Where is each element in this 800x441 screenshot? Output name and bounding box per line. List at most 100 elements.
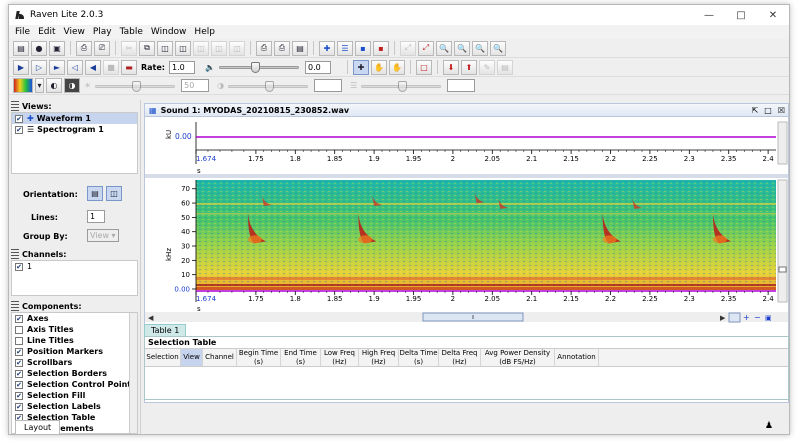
rate-field[interactable]: 1.0 (169, 60, 196, 74)
export-icon[interactable]: ⎚ (94, 40, 110, 56)
component-item[interactable]: Axis Titles (12, 324, 137, 335)
paste-icon[interactable]: ◫ (157, 40, 173, 56)
menu-window[interactable]: Window (147, 27, 191, 37)
maximize-window-icon[interactable]: □ (764, 106, 772, 115)
component-checkbox[interactable]: ✔ (15, 402, 23, 411)
clear-selection-icon[interactable]: □ (415, 59, 432, 75)
save-icon[interactable]: ▣ (49, 40, 65, 56)
rewind-icon[interactable]: ◀ (85, 59, 101, 75)
hand-tool-icon[interactable]: ✋ (370, 59, 387, 75)
table-icon[interactable]: ▤ (496, 59, 513, 75)
component-item[interactable]: ✔ Selection Labels (12, 401, 137, 412)
vertical-orientation-icon[interactable]: ◫ (106, 186, 122, 201)
time-scrollbar[interactable]: ◀ ▶ + − ▣ (145, 312, 788, 323)
column-header[interactable]: Annotation (555, 349, 599, 366)
zoom-out-icon[interactable]: 🔍 (454, 40, 470, 56)
component-item[interactable]: ✔ Axes (12, 313, 137, 324)
waveform-view[interactable]: kU 0.00 1.674 1.75 1.8 1.85 1.9 1.95 2 2.05 2.1 2… (145, 117, 788, 175)
contrast-slider[interactable] (228, 80, 309, 92)
brightness-field[interactable]: 50 (181, 79, 210, 92)
colormap-icon[interactable] (13, 78, 33, 93)
resolution-field[interactable] (447, 79, 476, 92)
view-item-waveform[interactable]: ✔ ✚ Waveform 1 (12, 113, 137, 124)
zoom-out-x-icon[interactable]: 🔍 (490, 40, 506, 56)
menu-file[interactable]: File (11, 27, 34, 37)
rate-icon[interactable]: ▬ (121, 59, 137, 75)
view-checkbox[interactable]: ✔ (15, 114, 23, 123)
zoom-in-x-icon[interactable]: 🔍 (472, 40, 488, 56)
new-spectrum-icon[interactable]: ▪ (355, 40, 371, 56)
previous-selection-icon[interactable]: ⬆ (460, 59, 477, 75)
component-checkbox[interactable]: ✔ (15, 380, 23, 389)
new-selection-spectrum-icon[interactable]: ▪ (373, 40, 389, 56)
component-checkbox[interactable]: ✔ (15, 358, 23, 367)
zoom-fit-icon[interactable]: ⤢ (418, 40, 434, 56)
grip-icon[interactable] (11, 249, 19, 259)
colormap-dropdown-icon[interactable]: ▾ (35, 78, 44, 93)
component-checkbox[interactable]: ✔ (15, 314, 23, 323)
tab-table-1[interactable]: Table 1 (144, 324, 187, 336)
column-header[interactable]: Avg Power Density (dB FS/Hz) (481, 349, 555, 366)
commit-selection-icon[interactable]: ✎ (478, 59, 495, 75)
brightness-icon[interactable]: ◐ (46, 78, 62, 93)
column-header[interactable]: Low Freq (Hz) (321, 349, 359, 366)
channel-checkbox[interactable]: ✔ (15, 262, 23, 271)
new-waveform-icon[interactable]: ✚ (319, 40, 335, 56)
maximize-icon[interactable]: □ (725, 5, 757, 25)
new-spectrogram-icon[interactable]: ☰ (337, 40, 353, 56)
component-checkbox[interactable]: ✔ (15, 391, 23, 400)
menu-play[interactable]: Play (89, 27, 116, 37)
view-item-spectrogram[interactable]: ✔ ☰ Spectrogram 1 (12, 124, 137, 135)
zoom-in-time-icon[interactable]: + (743, 313, 750, 322)
column-header[interactable]: Selection (145, 349, 181, 366)
copy-icon[interactable]: ⧉ (139, 40, 155, 56)
magnify-tool-icon[interactable]: ✋ (388, 59, 405, 75)
play-selection-icon[interactable]: ► (49, 59, 65, 75)
component-item[interactable]: ✔ Selection Fill (12, 390, 137, 401)
component-item[interactable]: ✔ Selection Borders (12, 368, 137, 379)
component-checkbox[interactable]: ✔ (15, 347, 23, 356)
filter-icon[interactable]: ◫ (211, 40, 227, 56)
component-checkbox[interactable]: ✔ (15, 369, 23, 378)
record-icon[interactable]: ● (31, 40, 47, 56)
resolution-slider[interactable] (361, 80, 442, 92)
tab-layout[interactable]: Layout (15, 420, 61, 434)
print-view-icon[interactable]: ⎙ (256, 40, 272, 56)
menu-table[interactable]: Table (116, 27, 147, 37)
volume-slider[interactable] (218, 61, 299, 73)
play-visible-icon[interactable]: ▷ (31, 59, 47, 75)
lines-field[interactable]: 1 (87, 210, 105, 223)
zoom-to-selection-icon[interactable]: ⤢ (400, 40, 416, 56)
column-header[interactable]: End Time (s) (281, 349, 321, 366)
menu-view[interactable]: View (60, 27, 89, 37)
page-setup-icon[interactable]: ▤ (292, 40, 308, 56)
menu-edit[interactable]: Edit (34, 27, 59, 37)
cut-icon[interactable]: ✂ (121, 40, 137, 56)
print-preview-icon[interactable]: ⎙ (274, 40, 290, 56)
restore-window-icon[interactable]: ⇱ (752, 106, 759, 115)
brightness-slider[interactable] (95, 80, 176, 92)
contrast-icon[interactable]: ◑ (64, 78, 80, 93)
minimize-icon[interactable]: — (693, 5, 725, 25)
stop-icon[interactable]: ■ (103, 59, 119, 75)
column-header[interactable]: High Freq (Hz) (359, 349, 399, 366)
component-item[interactable]: ✔ Scrollbars (12, 357, 137, 368)
delete-icon[interactable]: ◫ (193, 40, 209, 56)
spectrogram-view[interactable]: kHz 70 60 50 40 30 20 10 0.00 1.674 1.75 1.8 1.85 1… (145, 178, 788, 313)
play-icon[interactable]: ▶ (13, 59, 29, 75)
column-header[interactable]: Delta Freq (Hz) (439, 349, 481, 366)
component-item[interactable]: ✔ Position Markers (12, 346, 137, 357)
grip-icon[interactable] (11, 101, 19, 111)
menu-help[interactable]: Help (190, 27, 219, 37)
horizontal-orientation-icon[interactable]: ▤ (87, 186, 103, 201)
amplify-icon[interactable]: ◫ (229, 40, 245, 56)
column-header[interactable]: Channel (203, 349, 237, 366)
paste-special-icon[interactable]: ◫ (175, 40, 191, 56)
channel-item[interactable]: ✔ 1 (12, 261, 137, 272)
components-scrollbar[interactable] (129, 313, 137, 433)
column-header[interactable]: Begin Time (s) (237, 349, 281, 366)
spectrogram-scroll-thumb[interactable] (778, 266, 787, 273)
component-item[interactable]: ✔ Selection Control Points (12, 379, 137, 390)
zoom-full-time-icon[interactable]: ▣ (765, 314, 772, 322)
contrast-field[interactable] (314, 79, 343, 92)
